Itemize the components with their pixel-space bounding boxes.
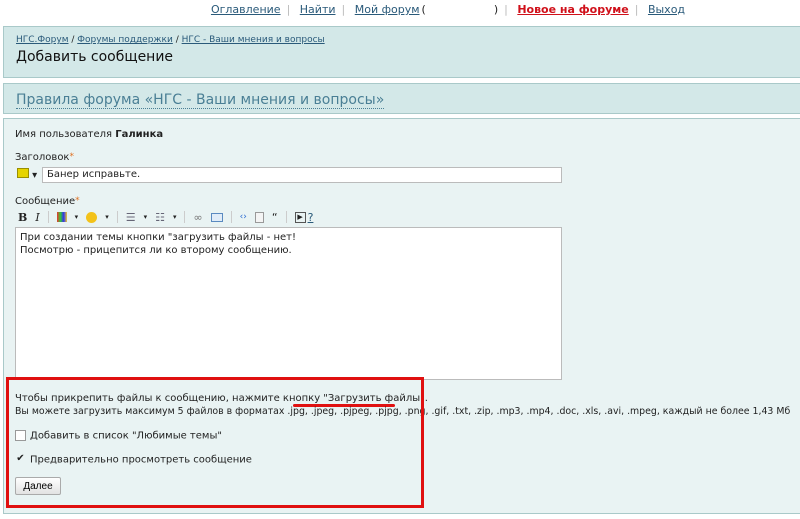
message-label: Сообщение* xyxy=(15,196,80,207)
editor-toolbar: B I ▾ ▾ ☰ ▾ ☷ ▾ ∞ ‹› “ ▶ ? xyxy=(18,210,314,224)
bullet-list-icon[interactable]: ☰ xyxy=(126,211,136,224)
username: Галинка xyxy=(115,129,164,140)
email-icon[interactable] xyxy=(210,212,223,222)
message-textarea[interactable]: При создании темы кнопки "загрузить файл… xyxy=(15,227,562,380)
paren: ( xyxy=(421,3,426,16)
subject-input[interactable]: Банер исправьте. xyxy=(42,167,562,183)
nav-my-forum[interactable]: Мой форум xyxy=(349,3,422,16)
numbered-list-icon[interactable]: ☷ xyxy=(155,211,165,224)
rules-link[interactable]: Правила форума «НГС - Ваши мнения и вопр… xyxy=(16,92,385,109)
paren: ) xyxy=(493,3,499,16)
bold-button[interactable]: B xyxy=(18,211,27,224)
video-icon[interactable]: ▶ xyxy=(294,211,306,223)
italic-button[interactable]: I xyxy=(35,211,39,224)
annotation-highlight-box xyxy=(6,377,424,508)
subject-label: Заголовок* xyxy=(15,152,74,163)
quote-button[interactable]: “ xyxy=(272,211,278,224)
color-icon[interactable] xyxy=(56,212,67,222)
breadcrumb: НГС.Форум / Форумы поддержки / НГС - Ваш… xyxy=(16,35,325,45)
smiley-icon[interactable] xyxy=(86,211,98,223)
username-row: Имя пользователя Галинка xyxy=(15,129,164,140)
breadcrumb-link[interactable]: НГС.Форум xyxy=(16,35,68,45)
spoiler-icon[interactable] xyxy=(254,211,264,223)
link-icon[interactable]: ∞ xyxy=(193,211,202,224)
rules-panel: Правила форума «НГС - Ваши мнения и вопр… xyxy=(3,83,800,114)
help-link[interactable]: ? xyxy=(308,211,314,224)
nav-search[interactable]: Найти xyxy=(294,3,342,16)
topic-icon-picker[interactable]: ▾ xyxy=(17,168,37,181)
book-icon xyxy=(17,168,29,178)
code-icon[interactable]: ‹› xyxy=(240,212,247,222)
header-panel: НГС.Форум / Форумы поддержки / НГС - Ваш… xyxy=(3,26,800,78)
breadcrumb-link[interactable]: НГС - Ваши мнения и вопросы xyxy=(182,35,325,45)
nav-new[interactable]: Новое на форуме xyxy=(511,3,634,16)
top-nav: Оглавление | Найти | Мой форум() | Новое на… xyxy=(0,3,800,16)
breadcrumb-link[interactable]: Форумы поддержки xyxy=(77,35,173,45)
page-title: Добавить сообщение xyxy=(16,49,174,65)
nav-exit[interactable]: Выход xyxy=(642,3,691,16)
nav-contents[interactable]: Оглавление xyxy=(205,3,287,16)
